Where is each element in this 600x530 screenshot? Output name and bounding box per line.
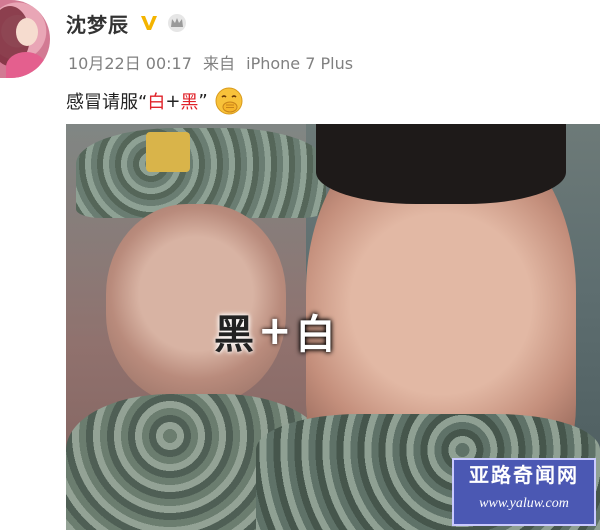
post-text-suffix: ” (198, 90, 208, 112)
watermark: 亚路奇闻网 www.yaluw.com (452, 458, 596, 526)
post-text-black-char: 黑 (180, 92, 199, 113)
post-timestamp[interactable]: 10月22日 00:17 (68, 54, 192, 73)
watermark-url: www.yaluw.com (479, 496, 569, 511)
watermark-title: 亚路奇闻网 (469, 465, 579, 487)
username[interactable]: 沈梦辰 (66, 9, 129, 38)
post-device: iPhone 7 Plus (246, 54, 354, 73)
post-meta: 10月22日 00:17 来自 iPhone 7 Plus (68, 50, 359, 74)
overlay-white-char: 白 (295, 312, 336, 358)
post-photo[interactable]: 黑 + 白 亚路奇闻网 www.yaluw.com (66, 124, 600, 530)
post-text: 感冒请服“ 白 + 黑 ” (66, 86, 244, 116)
overlay-black-char: 黑 (214, 312, 254, 358)
crown-icon (168, 14, 186, 32)
overlay-plus: + (258, 308, 292, 354)
photo-cap-badge (146, 132, 190, 172)
post-text-white-char: 白 (147, 92, 166, 113)
post-header: 沈梦辰 (66, 8, 187, 38)
post-source-prefix: 来自 (203, 54, 236, 73)
avatar[interactable] (0, 0, 50, 78)
avatar-face (16, 18, 38, 46)
photo-overlay-caption: 黑 + 白 (214, 302, 336, 360)
photo-man-hair (316, 124, 566, 204)
post-text-plus: + (165, 90, 181, 112)
post-text-prefix: 感冒请服“ (66, 92, 148, 113)
verified-icon (141, 16, 157, 30)
hand-over-mouth-emoji-icon (215, 87, 243, 115)
avatar-dress (6, 52, 46, 78)
